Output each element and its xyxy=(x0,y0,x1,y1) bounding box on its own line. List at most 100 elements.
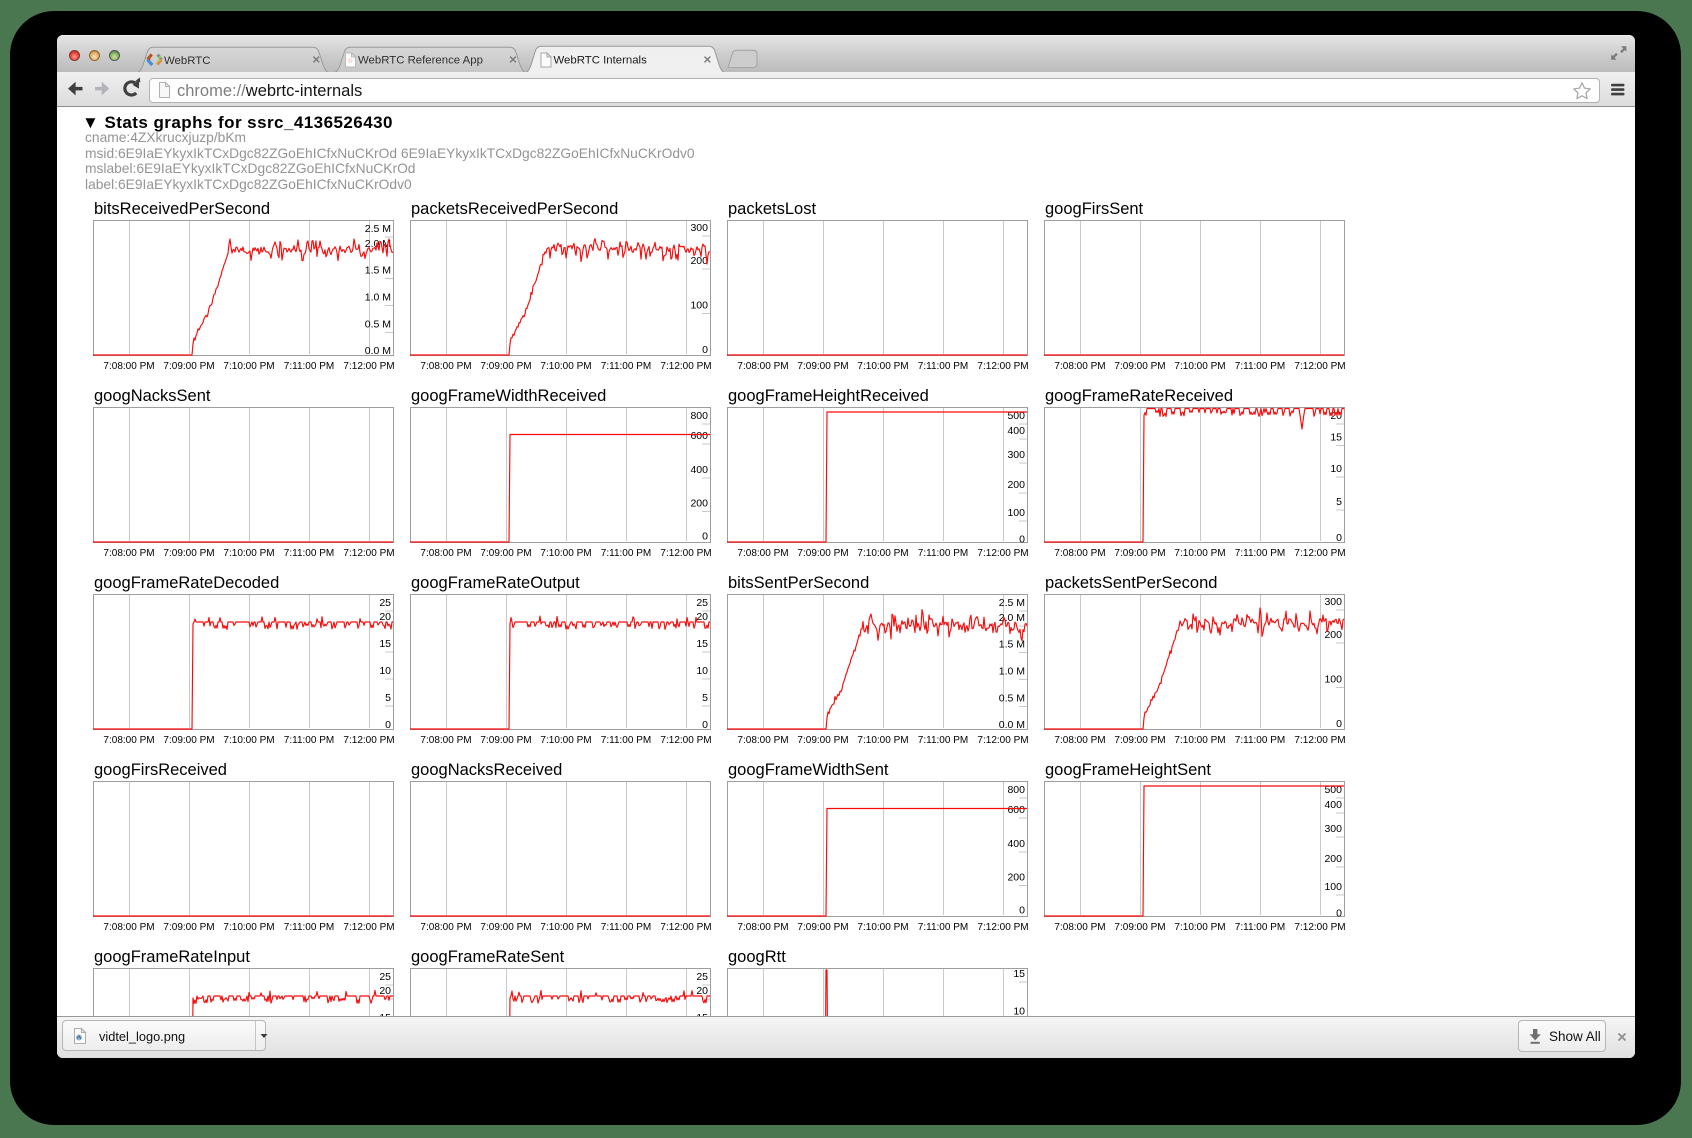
svg-text:0: 0 xyxy=(702,719,708,731)
svg-text:7:09:00 PM: 7:09:00 PM xyxy=(797,735,848,746)
svg-text:7:08:00 PM: 7:08:00 PM xyxy=(420,922,471,933)
svg-text:7:11:00 PM: 7:11:00 PM xyxy=(1235,922,1285,933)
svg-text:7:11:00 PM: 7:11:00 PM xyxy=(918,361,968,372)
svg-text:7:12:00 PM: 7:12:00 PM xyxy=(1294,922,1345,933)
svg-text:7:11:00 PM: 7:11:00 PM xyxy=(284,735,334,746)
svg-text:googNacksReceived: googNacksReceived xyxy=(411,761,562,779)
svg-text:7:11:00 PM: 7:11:00 PM xyxy=(601,735,651,746)
svg-text:7:12:00 PM: 7:12:00 PM xyxy=(1294,548,1345,559)
svg-text:WebRTC: WebRTC xyxy=(164,55,210,67)
svg-text:7:10:00 PM: 7:10:00 PM xyxy=(223,735,274,746)
svg-text:100: 100 xyxy=(1007,507,1025,519)
svg-text:1.5 M: 1.5 M xyxy=(365,265,391,277)
svg-text:0.5 M: 0.5 M xyxy=(999,693,1025,705)
svg-text:googFrameRateInput: googFrameRateInput xyxy=(94,948,250,966)
svg-text:100: 100 xyxy=(690,300,708,312)
svg-text:20: 20 xyxy=(696,985,708,997)
svg-text:bitsSentPerSecond: bitsSentPerSecond xyxy=(728,574,869,592)
svg-text:400: 400 xyxy=(690,464,708,476)
svg-text:googFrameRateDecoded: googFrameRateDecoded xyxy=(94,574,279,592)
svg-text:7:09:00 PM: 7:09:00 PM xyxy=(1114,922,1165,933)
svg-text:15: 15 xyxy=(379,638,391,650)
svg-text:7:11:00 PM: 7:11:00 PM xyxy=(918,922,968,933)
svg-text:7:10:00 PM: 7:10:00 PM xyxy=(223,922,274,933)
svg-text:10: 10 xyxy=(1013,1006,1025,1017)
svg-text:0: 0 xyxy=(1336,718,1342,730)
svg-text:7:10:00 PM: 7:10:00 PM xyxy=(540,361,591,372)
svg-text:bitsReceivedPerSecond: bitsReceivedPerSecond xyxy=(94,200,270,218)
svg-text:googFrameWidthReceived: googFrameWidthReceived xyxy=(411,387,606,405)
svg-text:1.0 M: 1.0 M xyxy=(999,666,1025,678)
svg-text:15: 15 xyxy=(696,638,708,650)
svg-text:7:10:00 PM: 7:10:00 PM xyxy=(857,922,908,933)
svg-text:7:11:00 PM: 7:11:00 PM xyxy=(918,735,968,746)
svg-text:7:12:00 PM: 7:12:00 PM xyxy=(977,922,1028,933)
svg-text:800: 800 xyxy=(690,410,708,422)
svg-text:7:08:00 PM: 7:08:00 PM xyxy=(737,548,788,559)
svg-text:packetsLost: packetsLost xyxy=(728,200,816,218)
svg-text:7:10:00 PM: 7:10:00 PM xyxy=(540,922,591,933)
svg-text:200: 200 xyxy=(1324,853,1342,865)
svg-text:0.0 M: 0.0 M xyxy=(999,719,1025,731)
svg-text:400: 400 xyxy=(1007,838,1025,850)
svg-text:7:08:00 PM: 7:08:00 PM xyxy=(103,735,154,746)
svg-text:7:12:00 PM: 7:12:00 PM xyxy=(660,922,711,933)
svg-text:20: 20 xyxy=(696,611,708,623)
svg-text:0: 0 xyxy=(1019,905,1025,917)
svg-text:7:08:00 PM: 7:08:00 PM xyxy=(737,922,788,933)
svg-text:7:08:00 PM: 7:08:00 PM xyxy=(1054,735,1105,746)
svg-text:7:10:00 PM: 7:10:00 PM xyxy=(1174,361,1225,372)
svg-text:300: 300 xyxy=(1324,596,1342,608)
svg-text:7:11:00 PM: 7:11:00 PM xyxy=(601,548,651,559)
svg-text:7:08:00 PM: 7:08:00 PM xyxy=(737,361,788,372)
svg-text:7:11:00 PM: 7:11:00 PM xyxy=(1235,548,1285,559)
svg-text:7:09:00 PM: 7:09:00 PM xyxy=(797,548,848,559)
svg-text:7:09:00 PM: 7:09:00 PM xyxy=(163,548,214,559)
svg-text:0: 0 xyxy=(702,531,708,543)
svg-text:7:09:00 PM: 7:09:00 PM xyxy=(797,361,848,372)
svg-text:10: 10 xyxy=(379,665,391,677)
svg-text:7:09:00 PM: 7:09:00 PM xyxy=(1114,361,1165,372)
svg-text:7:09:00 PM: 7:09:00 PM xyxy=(797,922,848,933)
svg-text:200: 200 xyxy=(1007,872,1025,884)
svg-text:WebRTC Reference App: WebRTC Reference App xyxy=(358,55,483,67)
svg-text:7:08:00 PM: 7:08:00 PM xyxy=(737,735,788,746)
svg-text:7:10:00 PM: 7:10:00 PM xyxy=(540,548,591,559)
svg-text:7:12:00 PM: 7:12:00 PM xyxy=(977,361,1028,372)
svg-text:7:09:00 PM: 7:09:00 PM xyxy=(163,922,214,933)
svg-text:5: 5 xyxy=(385,692,391,704)
svg-text:7:12:00 PM: 7:12:00 PM xyxy=(660,361,711,372)
svg-text:200: 200 xyxy=(690,498,708,510)
svg-text:0: 0 xyxy=(385,719,391,731)
svg-text:7:10:00 PM: 7:10:00 PM xyxy=(540,735,591,746)
svg-text:7:12:00 PM: 7:12:00 PM xyxy=(660,548,711,559)
svg-text:400: 400 xyxy=(1324,799,1342,811)
svg-text:20: 20 xyxy=(379,985,391,997)
svg-text:7:11:00 PM: 7:11:00 PM xyxy=(918,548,968,559)
svg-text:googFrameWidthSent: googFrameWidthSent xyxy=(728,761,889,779)
svg-text:7:08:00 PM: 7:08:00 PM xyxy=(1054,922,1105,933)
svg-text:googFrameHeightSent: googFrameHeightSent xyxy=(1045,761,1211,779)
svg-text:7:10:00 PM: 7:10:00 PM xyxy=(223,548,274,559)
svg-text:7:08:00 PM: 7:08:00 PM xyxy=(103,361,154,372)
svg-text:7:12:00 PM: 7:12:00 PM xyxy=(343,735,394,746)
svg-text:25: 25 xyxy=(379,597,391,609)
svg-text:600: 600 xyxy=(1007,804,1025,816)
svg-text:7:11:00 PM: 7:11:00 PM xyxy=(284,361,334,372)
svg-text:7:09:00 PM: 7:09:00 PM xyxy=(163,361,214,372)
svg-text:7:09:00 PM: 7:09:00 PM xyxy=(480,548,531,559)
svg-text:7:12:00 PM: 7:12:00 PM xyxy=(343,922,394,933)
svg-text:7:10:00 PM: 7:10:00 PM xyxy=(1174,548,1225,559)
svg-text:7:08:00 PM: 7:08:00 PM xyxy=(420,735,471,746)
svg-text:7:10:00 PM: 7:10:00 PM xyxy=(223,361,274,372)
svg-text:0: 0 xyxy=(1336,532,1342,544)
svg-text:20: 20 xyxy=(379,611,391,623)
svg-text:300: 300 xyxy=(1007,449,1025,461)
svg-text:0.0 M: 0.0 M xyxy=(365,345,391,357)
svg-text:7:12:00 PM: 7:12:00 PM xyxy=(343,361,394,372)
svg-text:7:09:00 PM: 7:09:00 PM xyxy=(1114,735,1165,746)
svg-text:7:09:00 PM: 7:09:00 PM xyxy=(480,735,531,746)
svg-text:7:12:00 PM: 7:12:00 PM xyxy=(1294,361,1345,372)
svg-text:7:12:00 PM: 7:12:00 PM xyxy=(343,548,394,559)
svg-text:7:10:00 PM: 7:10:00 PM xyxy=(857,548,908,559)
